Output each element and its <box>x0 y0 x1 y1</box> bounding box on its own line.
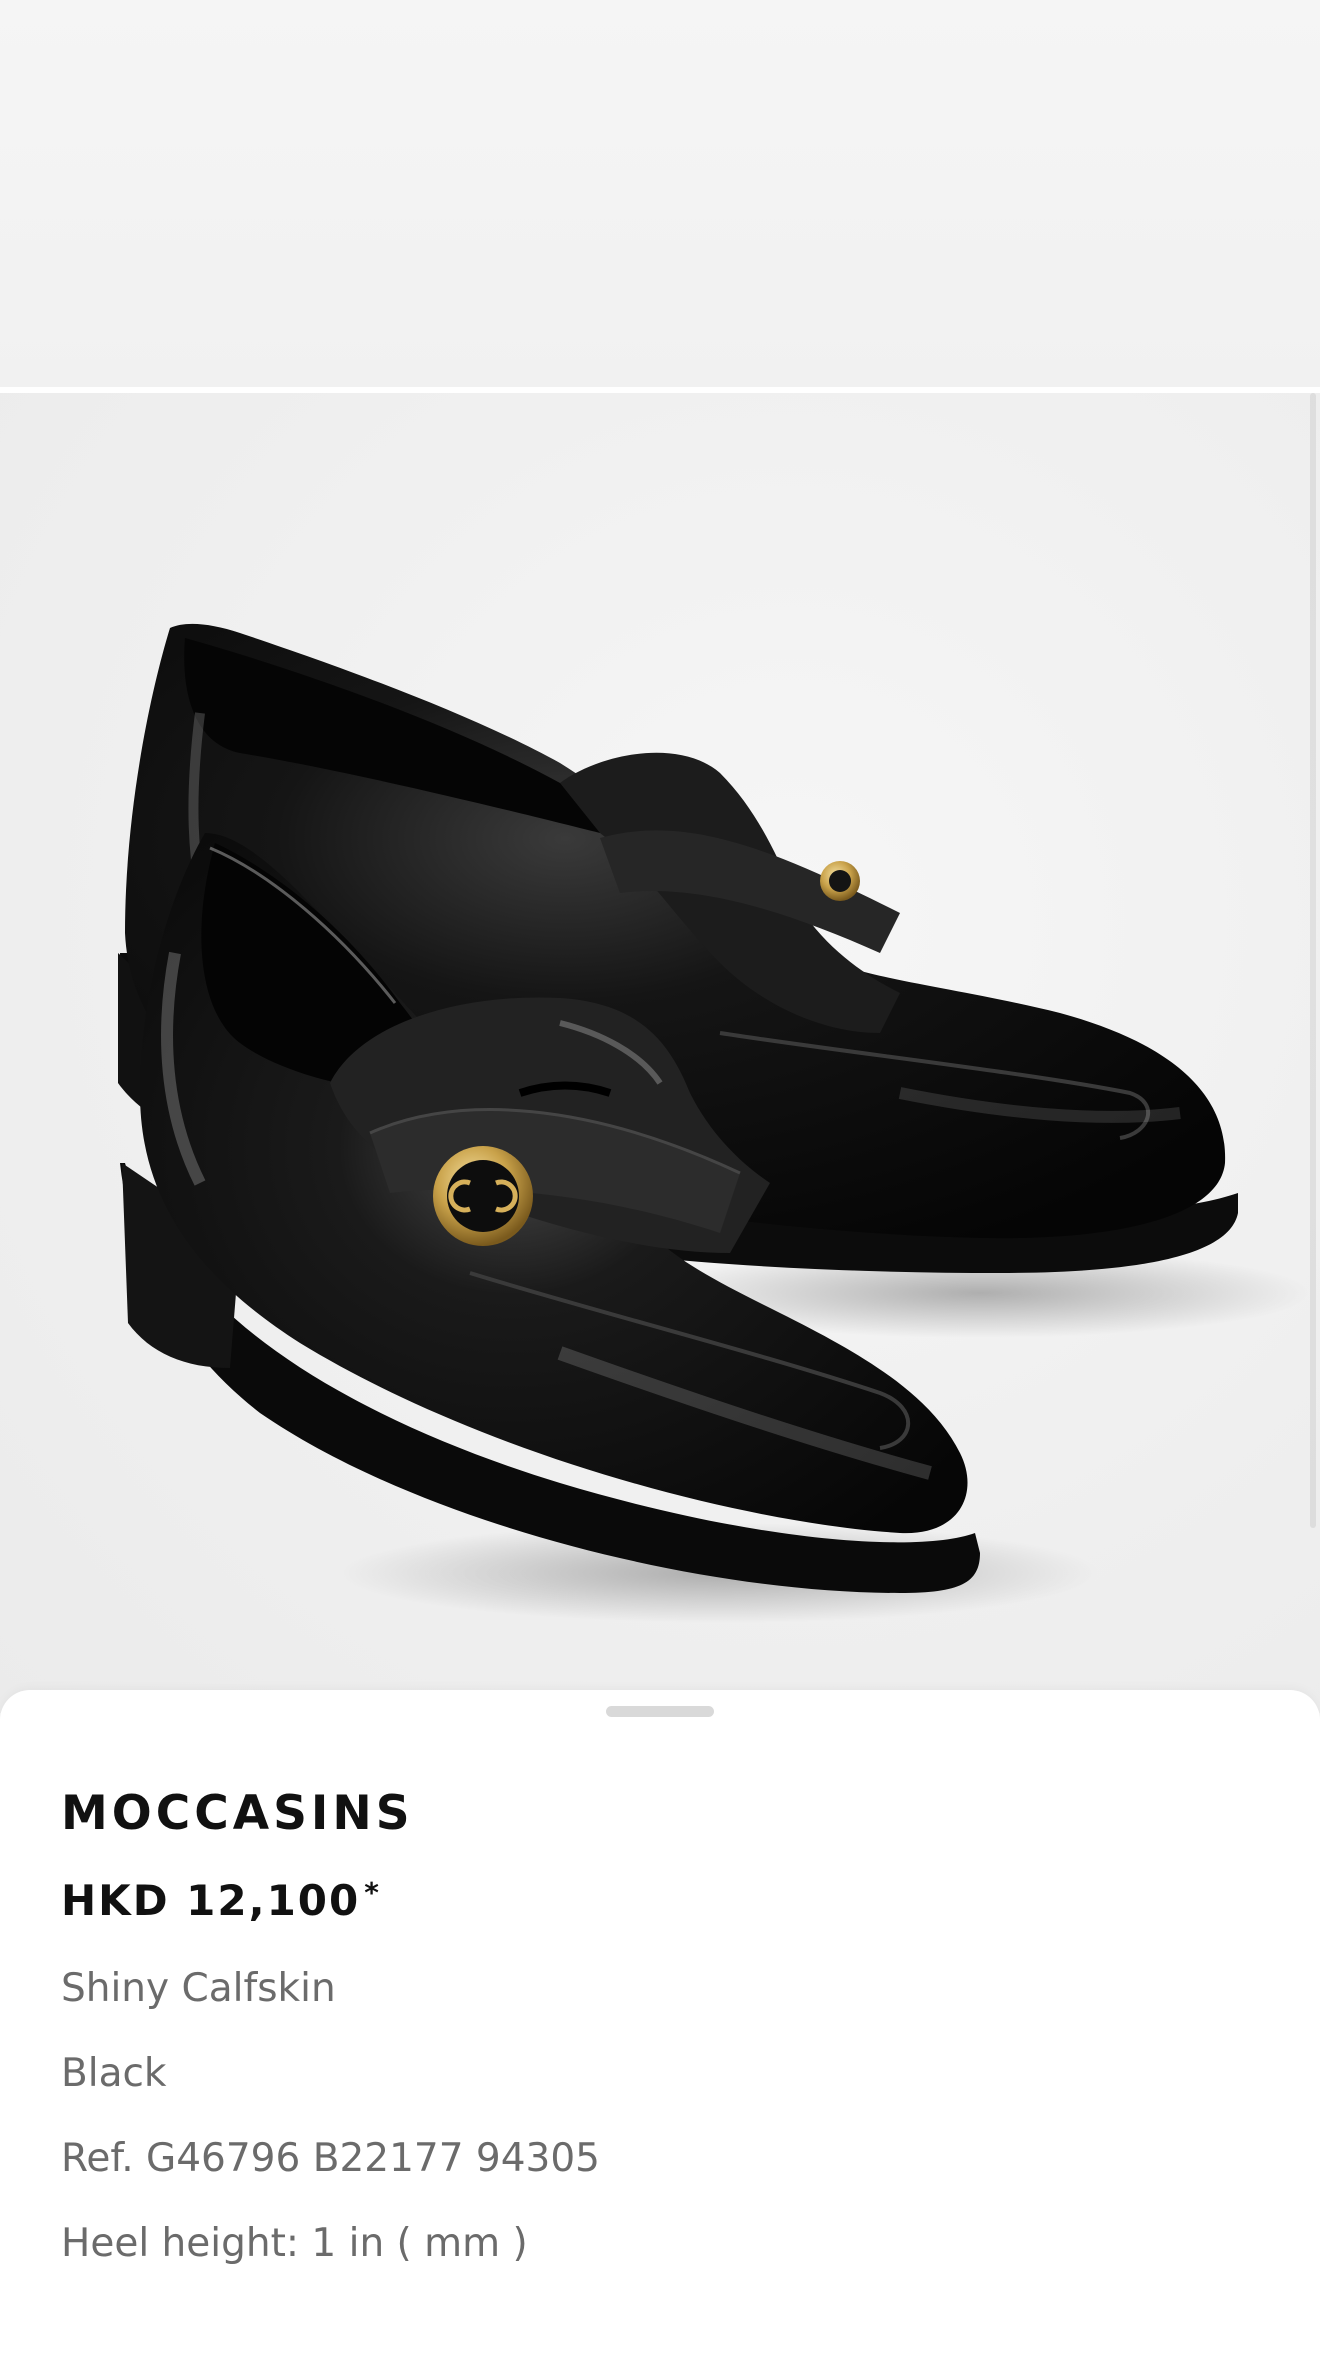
product-heel-height: Heel height: 1 in ( mm ) <box>61 2221 528 2266</box>
product-image-gallery[interactable] <box>0 393 1320 1713</box>
product-color: Black <box>61 2051 167 2096</box>
product-material: Shiny Calfskin <box>61 1966 336 2011</box>
product-photo[interactable] <box>0 393 1320 1713</box>
product-details-sheet[interactable]: MOCCASINS HKD 12,100 * Shiny Calfskin Bla… <box>0 1690 1320 2353</box>
price-footnote-marker: * <box>364 1876 381 1909</box>
product-reference: Ref. G46796 B22177 94305 <box>61 2136 600 2181</box>
sheet-drag-handle[interactable] <box>606 1706 714 1717</box>
gold-cc-button-icon <box>433 1146 533 1246</box>
product-price-row: HKD 12,100 * <box>61 1876 381 1925</box>
previous-gallery-image[interactable] <box>0 0 1320 387</box>
gallery-scrollbar[interactable] <box>1310 393 1316 1528</box>
product-name: MOCCASINS <box>61 1786 414 1841</box>
product-price: HKD 12,100 <box>61 1876 361 1925</box>
product-screen: MOCCASINS HKD 12,100 * Shiny Calfskin Bla… <box>0 0 1320 2353</box>
